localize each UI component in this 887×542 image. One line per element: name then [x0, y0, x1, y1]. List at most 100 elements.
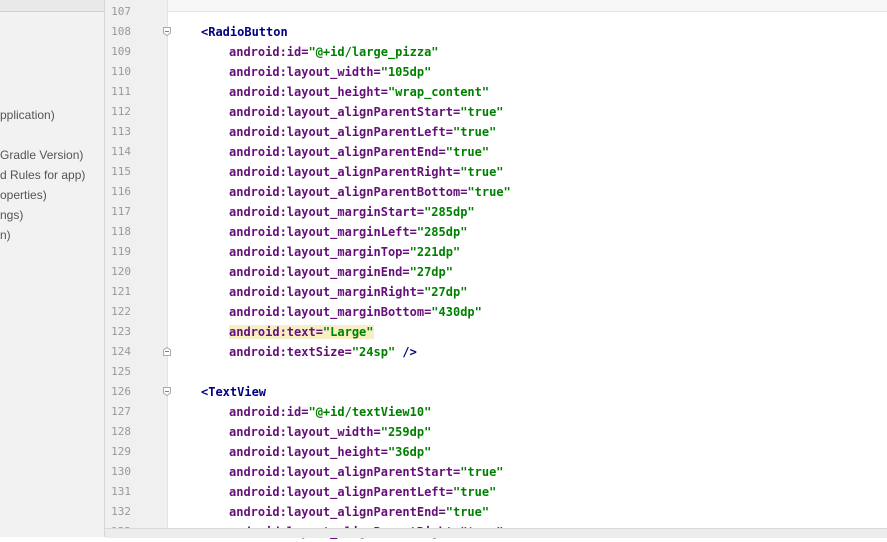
- project-tree-item[interactable]: pplication): [0, 108, 55, 122]
- code-line[interactable]: 118 android:layout_marginLeft="285dp": [105, 222, 887, 242]
- code-line[interactable]: 117 android:layout_marginStart="285dp": [105, 202, 887, 222]
- code-text: android:layout_alignParentBottom="true": [229, 182, 511, 202]
- code-line[interactable]: 127 android:id="@+id/textView10": [105, 402, 887, 422]
- xml-value: "true": [460, 105, 504, 119]
- code-line[interactable]: 111 android:layout_height="wrap_content": [105, 82, 887, 102]
- fold-start-icon[interactable]: [163, 27, 171, 36]
- code-text: android:layout_marginTop="221dp": [229, 242, 460, 262]
- xml-tag: />: [395, 345, 417, 359]
- code-text: android:text="Large": [229, 322, 374, 342]
- xml-value: "285dp": [424, 205, 475, 219]
- line-number: 114: [111, 145, 131, 158]
- code-line[interactable]: 113 android:layout_alignParentLeft="true": [105, 122, 887, 142]
- xml-attribute: android:layout_marginBottom=: [229, 305, 432, 319]
- xml-attribute: android:layout_alignParentBottom=: [229, 185, 468, 199]
- line-number: 131: [111, 485, 131, 498]
- xml-attribute: android:layout_marginTop=: [229, 245, 410, 259]
- code-line[interactable]: 108 <RadioButton: [105, 22, 887, 42]
- code-line[interactable]: 119 android:layout_marginTop="221dp": [105, 242, 887, 262]
- xml-value: "true": [452, 485, 497, 499]
- line-number: 111: [111, 85, 131, 98]
- code-text: android:layout_marginEnd="27dp": [229, 262, 453, 282]
- project-panel-header: [0, 0, 104, 12]
- line-number: 112: [111, 105, 131, 118]
- code-line[interactable]: 129 android:layout_height="36dp": [105, 442, 887, 462]
- code-text: android:layout_height="wrap_content": [229, 82, 489, 102]
- code-line[interactable]: 122 android:layout_marginBottom="430dp": [105, 302, 887, 322]
- xml-attribute: android:layout_height=: [229, 85, 388, 99]
- xml-value: "36dp": [387, 445, 432, 459]
- code-text: <TextView: [201, 382, 266, 402]
- project-tree-item[interactable]: d Rules for app): [0, 168, 85, 182]
- xml-value: "true": [445, 505, 490, 519]
- code-line[interactable]: 125: [105, 362, 887, 382]
- xml-value: "@+id/large_pizza": [308, 45, 439, 59]
- line-number: 129: [111, 445, 131, 458]
- xml-attribute: android:layout_marginRight=: [229, 285, 425, 299]
- code-text: android:layout_alignParentEnd="true": [229, 142, 489, 162]
- code-line[interactable]: 124 android:textSize="24sp" />: [105, 342, 887, 362]
- project-tree-item[interactable]: Gradle Version): [0, 148, 83, 162]
- xml-tag: <TextView: [201, 385, 267, 399]
- code-line[interactable]: 121 android:layout_marginRight="27dp": [105, 282, 887, 302]
- line-number: 128: [111, 425, 131, 438]
- xml-attribute: android:layout_alignParentStart=: [229, 105, 461, 119]
- xml-value: "true": [467, 185, 511, 199]
- xml-attribute: android:layout_alignParentLeft=: [229, 485, 453, 499]
- xml-tag: <RadioButton: [201, 25, 288, 39]
- code-text: android:layout_alignParentLeft="true": [229, 122, 496, 142]
- code-text: android:layout_marginBottom="430dp": [229, 302, 482, 322]
- code-line[interactable]: 115 android:layout_alignParentRight="true…: [105, 162, 887, 182]
- code-text: android:layout_alignParentRight="true": [229, 162, 504, 182]
- xml-value: "wrap_content": [387, 85, 490, 99]
- line-number: 123: [111, 325, 131, 338]
- code-line[interactable]: 107: [105, 2, 887, 22]
- xml-value: "27dp": [409, 265, 453, 279]
- xml-value: "true": [460, 465, 504, 479]
- project-tree-panel: pplication) Gradle Version) d Rules for ap…: [0, 0, 105, 537]
- code-line[interactable]: 110 android:layout_width="105dp": [105, 62, 887, 82]
- line-number: 108: [111, 25, 131, 38]
- xml-attribute: android:layout_alignParentEnd=: [229, 145, 446, 159]
- code-text: android:layout_width="259dp": [229, 422, 431, 442]
- fold-end-icon[interactable]: [163, 347, 171, 356]
- code-text: android:layout_alignParentStart="true": [229, 462, 504, 482]
- code-line[interactable]: 112 android:layout_alignParentStart="true…: [105, 102, 887, 122]
- code-line[interactable]: 120 android:layout_marginEnd="27dp": [105, 262, 887, 282]
- line-number: 120: [111, 265, 131, 278]
- code-line[interactable]: 131 android:layout_alignParentLeft="true": [105, 482, 887, 502]
- code-line[interactable]: 128 android:layout_width="259dp": [105, 422, 887, 442]
- xml-attribute: android:layout_marginStart=: [229, 205, 425, 219]
- code-text: android:layout_alignParentEnd="true": [229, 502, 489, 522]
- code-text: android:layout_height="36dp": [229, 442, 431, 462]
- xml-attribute: android:layout_width=: [229, 425, 381, 439]
- line-number: 125: [111, 365, 131, 378]
- xml-attribute: android:layout_alignParentRight=: [229, 165, 461, 179]
- project-tree-item[interactable]: n): [0, 228, 11, 242]
- xml-attribute: android:layout_alignParentEnd=: [229, 505, 446, 519]
- code-line[interactable]: 114 android:layout_alignParentEnd="true": [105, 142, 887, 162]
- code-text: android:textSize="24sp" />: [229, 342, 417, 362]
- code-line[interactable]: 116 android:layout_alignParentBottom="tru…: [105, 182, 887, 202]
- xml-value: "105dp": [380, 65, 432, 79]
- line-number: 130: [111, 465, 131, 478]
- project-tree-item[interactable]: ngs): [0, 208, 23, 222]
- line-number: 110: [111, 65, 131, 78]
- code-line[interactable]: 126 <TextView: [105, 382, 887, 402]
- code-line[interactable]: 130 android:layout_alignParentStart="true…: [105, 462, 887, 482]
- fold-start-icon[interactable]: [163, 387, 171, 396]
- xml-attribute: android:text=: [229, 325, 323, 339]
- code-text: android:layout_marginStart="285dp": [229, 202, 475, 222]
- xml-value: "259dp": [380, 425, 432, 439]
- code-line[interactable]: 109 android:id="@+id/large_pizza": [105, 42, 887, 62]
- line-number: 115: [111, 165, 131, 178]
- line-number: 124: [111, 345, 131, 358]
- xml-attribute: android:layout_alignParentStart=: [229, 465, 461, 479]
- project-tree-item[interactable]: operties): [0, 188, 47, 202]
- line-number: 118: [111, 225, 131, 238]
- line-number: 119: [111, 245, 131, 258]
- code-line[interactable]: 123 android:text="Large": [105, 322, 887, 342]
- line-number: 117: [111, 205, 131, 218]
- code-line[interactable]: 132 android:layout_alignParentEnd="true": [105, 502, 887, 522]
- line-number: 113: [111, 125, 131, 138]
